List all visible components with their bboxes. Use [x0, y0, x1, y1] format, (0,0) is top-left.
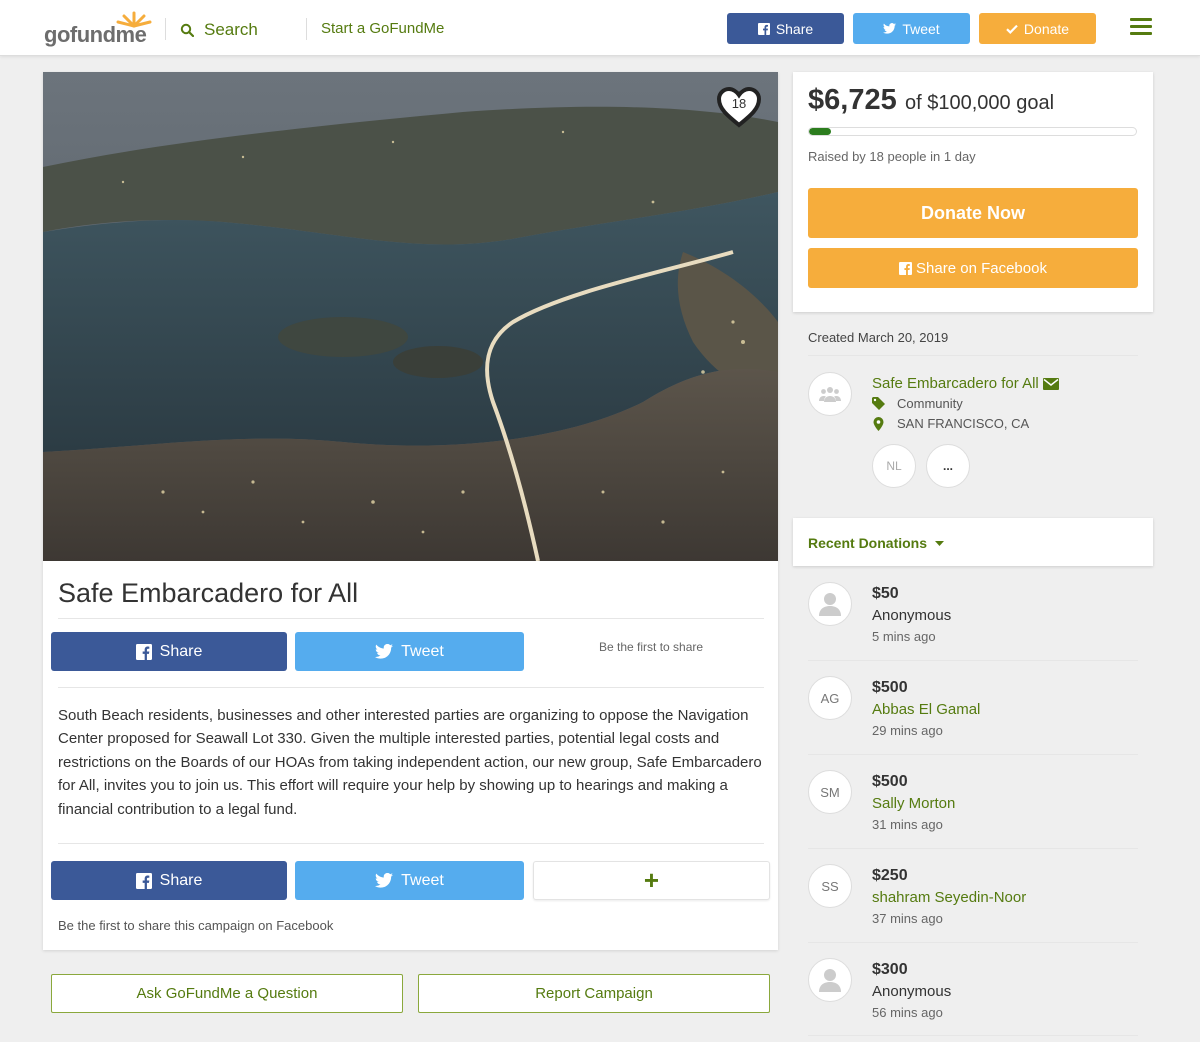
progress-fill	[809, 128, 831, 135]
twitter-icon	[375, 644, 394, 659]
divider	[58, 687, 764, 688]
header-tweet-button[interactable]: Tweet	[853, 13, 970, 44]
recent-donations-toggle[interactable]: Recent Donations	[808, 535, 945, 551]
first-share-text: Be the first to share	[599, 640, 704, 654]
donor-name: Anonymous	[872, 983, 952, 1000]
header-divider	[306, 18, 307, 40]
divider	[808, 754, 1138, 755]
more-team-button[interactable]: ...	[926, 444, 970, 488]
donation-amount: $300	[872, 961, 908, 978]
tweet-label: Tweet	[401, 642, 444, 660]
organizer-category: Community	[872, 396, 963, 411]
heart-count: 18	[731, 96, 747, 111]
header-donate-label: Donate	[1023, 20, 1070, 37]
share-on-facebook-button[interactable]: Share on Facebook	[808, 248, 1138, 288]
facebook-first-share-text: Be the first to share this campaign on F…	[58, 918, 334, 933]
donor-avatar: SS	[808, 864, 852, 908]
donation-amount: $50	[872, 585, 899, 602]
divider	[808, 848, 1138, 849]
tweet-label: Tweet	[401, 871, 444, 889]
divider	[808, 660, 1138, 661]
envelope-icon[interactable]	[1042, 377, 1059, 390]
report-campaign-button[interactable]: Report Campaign	[418, 974, 770, 1013]
caret-down-icon	[935, 540, 945, 546]
tag-icon	[872, 397, 885, 410]
search-link[interactable]: Search	[180, 18, 258, 42]
campaign-tweet-button-bottom[interactable]: Tweet	[295, 861, 524, 900]
team-member-avatar[interactable]: NL	[872, 444, 916, 488]
twitter-icon	[375, 873, 394, 888]
facebook-icon	[135, 872, 152, 889]
campaign-share-button[interactable]: Share	[51, 632, 287, 671]
divider	[808, 1035, 1138, 1036]
location-label: SAN FRANCISCO, CA	[897, 416, 1030, 431]
search-label: Search	[204, 20, 258, 39]
logo-wordmark: gofundme	[44, 22, 147, 47]
amount-raised: $6,725	[808, 84, 897, 116]
menu-hamburger-icon[interactable]	[1130, 18, 1152, 36]
group-icon	[819, 387, 841, 402]
organizer-name-link[interactable]: Safe Embarcadero for All	[872, 375, 1059, 392]
checkmark-icon	[1006, 24, 1018, 34]
donation-time: 5 mins ago	[872, 629, 936, 644]
divider	[58, 618, 764, 619]
created-date: Created March 20, 2019	[808, 330, 949, 345]
header-share-label: Share	[775, 20, 814, 37]
location-pin-icon	[873, 416, 884, 431]
facebook-icon	[135, 643, 152, 660]
campaign-hero-image	[43, 72, 778, 561]
donor-name: Anonymous	[872, 607, 952, 624]
divider	[808, 355, 1138, 356]
donation-time: 31 mins ago	[872, 817, 943, 832]
divider	[58, 843, 764, 844]
share-label: Share	[159, 871, 203, 889]
donation-amount: $500	[872, 773, 908, 790]
campaign-story: South Beach residents, businesses and ot…	[58, 707, 762, 818]
facebook-icon	[757, 22, 770, 35]
donor-name-link[interactable]: Sally Morton	[872, 795, 955, 812]
ask-question-button[interactable]: Ask GoFundMe a Question	[51, 974, 403, 1013]
progress-bar	[808, 127, 1137, 136]
header-divider	[165, 18, 166, 40]
share-label: Share	[159, 642, 203, 660]
donation-time: 29 mins ago	[872, 723, 943, 738]
donor-avatar: SM	[808, 770, 852, 814]
person-icon	[819, 969, 841, 992]
goal-amount: of $100,000 goal	[905, 92, 1055, 114]
donor-avatar	[808, 582, 852, 626]
donation-time: 37 mins ago	[872, 911, 943, 926]
divider	[808, 942, 1138, 943]
header-tweet-label: Tweet	[902, 20, 940, 37]
facebook-icon	[899, 261, 913, 275]
start-gofundme-link[interactable]: Start a GoFundMe	[321, 20, 444, 37]
organizer-name: Safe Embarcadero for All	[872, 375, 1039, 392]
donation-amount: $500	[872, 679, 908, 696]
donor-avatar	[808, 958, 852, 1002]
category-label: Community	[897, 396, 963, 411]
person-icon	[819, 593, 841, 616]
donor-name-link[interactable]: shahram Seyedin-Noor	[872, 889, 1026, 906]
twitter-icon	[883, 23, 897, 34]
gofundme-logo[interactable]: gofundme	[44, 10, 154, 47]
campaign-tweet-button[interactable]: Tweet	[295, 632, 524, 671]
campaign-share-button-bottom[interactable]: Share	[51, 861, 287, 900]
campaign-title: Safe Embarcadero for All	[58, 578, 359, 608]
donation-time: 56 mins ago	[872, 1005, 943, 1020]
share-on-facebook-label: Share on Facebook	[916, 259, 1047, 277]
header-share-button[interactable]: Share	[727, 13, 844, 44]
organizer-location: SAN FRANCISCO, CA	[872, 416, 1029, 431]
donor-name-link[interactable]: Abbas El Gamal	[872, 701, 980, 718]
organizer-avatar	[808, 372, 852, 416]
search-icon	[180, 23, 194, 37]
header-donate-button[interactable]: Donate	[979, 13, 1096, 44]
donor-avatar: AG	[808, 676, 852, 720]
donation-amount: $250	[872, 867, 908, 884]
more-share-options-button[interactable]: +	[533, 861, 770, 900]
donate-now-button[interactable]: Donate Now	[808, 188, 1138, 238]
raised-by-text: Raised by 18 people in 1 day	[808, 149, 976, 164]
recent-donations-title: Recent Donations	[808, 535, 928, 551]
